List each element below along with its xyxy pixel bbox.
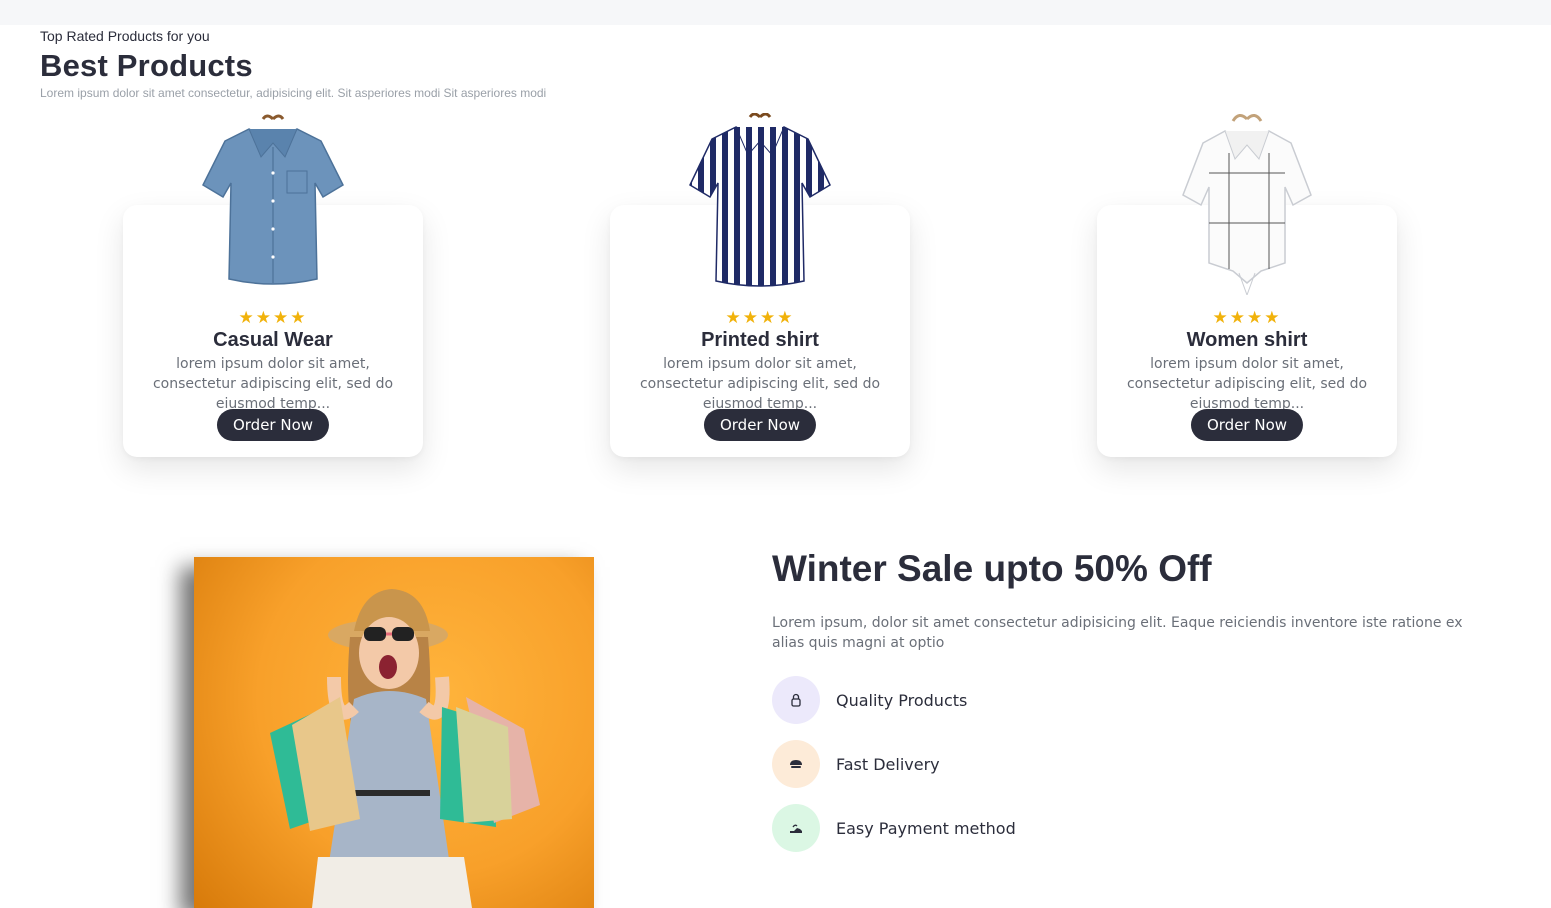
product-description: lorem ipsum dolor sit amet, consectetur …	[639, 356, 881, 412]
feature-label: Quality Products	[836, 690, 968, 710]
order-now-button[interactable]: Order Now	[216, 409, 330, 441]
product-name: Casual Wear	[213, 329, 333, 351]
order-now-button[interactable]: Order Now	[1190, 409, 1304, 441]
product-description: lorem ipsum dolor sit amet, consectetur …	[1126, 356, 1368, 412]
lock-icon	[772, 676, 820, 724]
section-description: Lorem ipsum dolor sit amet consectetur, …	[40, 86, 547, 100]
sale-title: Winter Sale upto 50% Off	[772, 548, 1212, 589]
product-description: lorem ipsum dolor sit amet, consectetur …	[152, 356, 394, 412]
women-shirt-image	[1182, 114, 1312, 295]
best-products-header: Top Rated Products for you Best Products…	[40, 28, 546, 100]
feature-label: Easy Payment method	[836, 818, 1016, 838]
rating-stars: ★★★★	[238, 308, 308, 328]
product-name: Printed shirt	[701, 329, 819, 351]
feature-fast-delivery: Fast Delivery	[772, 740, 940, 788]
product-card: ★★★★ Women shirt lorem ipsum dolor sit a…	[1097, 114, 1397, 457]
blue-shirt-image	[202, 114, 344, 285]
feature-label: Fast Delivery	[836, 754, 940, 774]
product-name: Women shirt	[1186, 329, 1308, 351]
delivery-icon	[772, 740, 820, 788]
product-card: ★★★★ Casual Wear lorem ipsum dolor sit a…	[123, 114, 423, 457]
rating-stars: ★★★★	[1212, 308, 1282, 328]
order-now-button[interactable]: Order Now	[703, 409, 817, 441]
striped-shirt-image	[689, 113, 831, 287]
top-bar	[0, 0, 1551, 25]
feature-easy-payment: Easy Payment method	[772, 804, 1016, 852]
shopping-woman-image	[194, 557, 594, 908]
payment-icon	[772, 804, 820, 852]
product-card: ★★★★ Printed shirt lorem ipsum dolor sit…	[610, 113, 910, 457]
section-title: Best Products	[40, 48, 253, 83]
section-subtitle: Top Rated Products for you	[40, 28, 210, 44]
feature-quality-products: Quality Products	[772, 676, 967, 724]
rating-stars: ★★★★	[725, 308, 795, 328]
sale-description: Lorem ipsum, dolor sit amet consectetur …	[772, 615, 1463, 651]
